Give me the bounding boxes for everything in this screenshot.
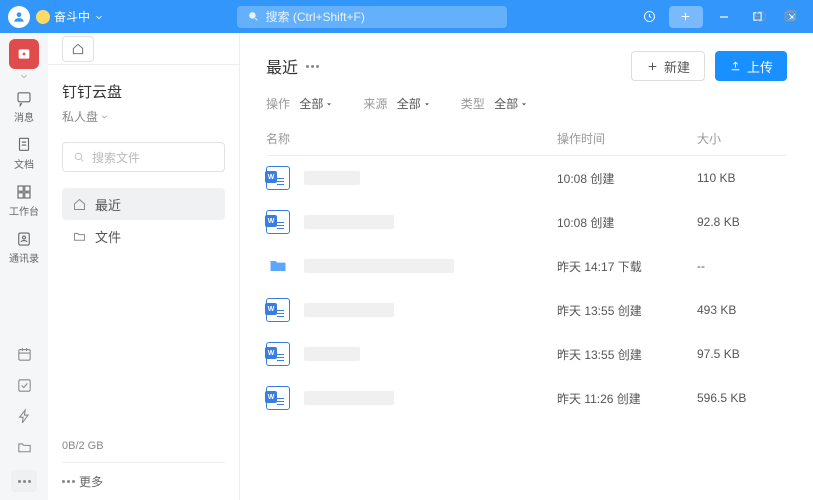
sidebar-item-messages[interactable]: 消息 (0, 89, 48, 124)
filter-type[interactable]: 类型 全部 (461, 95, 528, 112)
folder-icon[interactable] (16, 439, 33, 456)
word-doc-icon: W (266, 210, 290, 234)
col-time: 操作时间 (557, 130, 697, 147)
filter-op[interactable]: 操作 全部 (266, 95, 333, 112)
chevron-down-icon[interactable] (19, 71, 29, 81)
word-doc-icon: W (266, 166, 290, 190)
table-row[interactable]: W 昨天 11:26 创建596.5 KB (266, 376, 787, 420)
sidebar-item-docs[interactable]: 文档 (0, 136, 48, 171)
file-time: 昨天 13:55 创建 (557, 302, 697, 319)
file-size: 596.5 KB (697, 391, 787, 405)
file-time: 10:08 创建 (557, 214, 697, 231)
upload-icon (729, 60, 742, 73)
file-size: -- (697, 259, 787, 273)
col-name: 名称 (266, 130, 557, 147)
content-area: 最近 新建 上传 操作 全部 来源 全部 (240, 33, 813, 500)
more-link-label: 更多 (79, 473, 103, 490)
more-icon[interactable] (11, 470, 37, 492)
avatar[interactable] (8, 6, 30, 28)
plus-icon (646, 60, 659, 73)
refresh-icon[interactable] (753, 9, 768, 29)
nav-files-label: 文件 (95, 227, 121, 246)
home-icon (72, 197, 87, 212)
file-time: 昨天 14:17 下载 (557, 258, 697, 275)
table-row[interactable]: W 10:08 创建110 KB (266, 156, 787, 200)
upload-button-label: 上传 (747, 57, 773, 76)
file-size: 493 KB (697, 303, 787, 317)
page-title: 钉钉云盘 (62, 81, 225, 102)
table-row[interactable]: W 10:08 创建92.8 KB (266, 200, 787, 244)
file-time: 昨天 11:26 创建 (557, 390, 697, 407)
upload-button[interactable]: 上传 (715, 51, 787, 81)
home-tab[interactable] (62, 36, 94, 62)
caret-down-icon (325, 100, 333, 108)
sidebar-item-workbench[interactable]: 工作台 (0, 183, 48, 218)
storage-text: 0B/2 GB (62, 440, 225, 452)
file-name-redacted (304, 215, 394, 229)
current-app-icon[interactable] (9, 39, 39, 69)
search-input[interactable]: 搜索 (Ctrl+Shift+F) (237, 6, 507, 28)
table-row[interactable]: W 昨天 13:55 创建97.5 KB (266, 332, 787, 376)
file-name-redacted (304, 303, 394, 317)
file-size: 110 KB (697, 171, 787, 185)
new-button-label: 新建 (664, 57, 690, 76)
search-icon (247, 10, 260, 23)
file-name-redacted (304, 347, 360, 361)
status-dropdown[interactable]: 奋斗中 (36, 8, 104, 25)
nav-recent-label: 最近 (95, 195, 121, 214)
sidebar-item-label: 文档 (14, 160, 34, 171)
table-row[interactable]: W 昨天 13:55 创建493 KB (266, 288, 787, 332)
file-name-redacted (304, 171, 360, 185)
folder-icon (266, 254, 290, 278)
cloud-panel: 钉钉云盘 私人盘 搜索文件 最近 文件 0B/2 GB (48, 33, 240, 500)
minimize-button[interactable] (711, 6, 737, 28)
col-size: 大小 (697, 130, 787, 147)
chevron-down-icon (94, 12, 104, 22)
sidebar-item-label: 消息 (14, 113, 34, 124)
sidebar-item-contacts[interactable]: 通讯录 (0, 230, 48, 265)
calendar-icon[interactable] (16, 346, 33, 363)
sidebar-item-label: 通讯录 (9, 254, 39, 265)
drive-selector[interactable]: 私人盘 (62, 108, 109, 125)
folder-icon (72, 229, 87, 244)
more-icon[interactable] (306, 65, 319, 68)
search-icon (73, 151, 86, 164)
chevron-down-icon (100, 112, 109, 121)
file-search-placeholder: 搜索文件 (92, 149, 140, 166)
checkbox-icon[interactable] (16, 377, 33, 394)
word-doc-icon: W (266, 342, 290, 366)
file-table: 名称 操作时间 大小 W10:08 创建110 KBW10:08 创建92.8 … (266, 122, 787, 420)
file-search-input[interactable]: 搜索文件 (62, 142, 225, 172)
nav-recent[interactable]: 最近 (62, 188, 225, 220)
new-button[interactable]: 新建 (631, 51, 705, 81)
caret-down-icon (520, 100, 528, 108)
window-icon[interactable] (782, 9, 797, 29)
emoji-icon (36, 10, 50, 24)
file-size: 92.8 KB (697, 215, 787, 229)
sidebar-item-label: 工作台 (9, 207, 39, 218)
file-time: 昨天 13:55 创建 (557, 346, 697, 363)
lightning-icon[interactable] (16, 408, 33, 425)
nav-files[interactable]: 文件 (62, 220, 225, 252)
filters: 操作 全部 来源 全部 类型 全部 (266, 95, 787, 112)
add-button[interactable] (669, 6, 703, 28)
drive-selector-label: 私人盘 (62, 108, 98, 125)
status-text: 奋斗中 (54, 8, 90, 25)
search-placeholder: 搜索 (Ctrl+Shift+F) (266, 8, 365, 25)
file-name-redacted (304, 259, 454, 273)
table-row[interactable]: 昨天 14:17 下载-- (266, 244, 787, 288)
file-name-redacted (304, 391, 394, 405)
file-size: 97.5 KB (697, 347, 787, 361)
caret-down-icon (423, 100, 431, 108)
more-link[interactable]: 更多 (62, 473, 225, 490)
word-doc-icon: W (266, 386, 290, 410)
titlebar: 奋斗中 搜索 (Ctrl+Shift+F) (0, 0, 813, 33)
history-button[interactable] (639, 6, 661, 28)
file-time: 10:08 创建 (557, 170, 697, 187)
filter-source[interactable]: 来源 全部 (363, 95, 430, 112)
app-sidebar: 消息 文档 工作台 通讯录 (0, 33, 48, 500)
section-title: 最近 (266, 54, 319, 78)
word-doc-icon: W (266, 298, 290, 322)
